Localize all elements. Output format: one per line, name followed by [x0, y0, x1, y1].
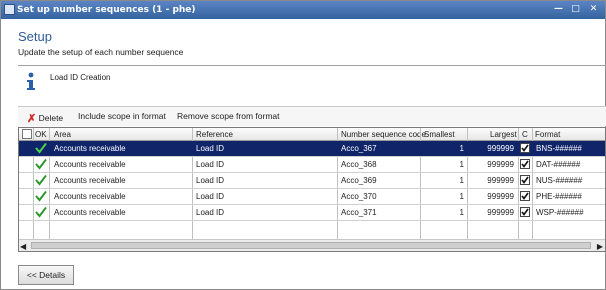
checkmark-icon	[35, 190, 47, 202]
largest-cell[interactable]: 999999	[467, 144, 514, 153]
details-button[interactable]: << Details	[18, 265, 74, 285]
checkbox-icon	[521, 160, 529, 168]
code-cell[interactable]: Acco_370	[341, 192, 377, 201]
continuous-checkbox[interactable]	[520, 159, 530, 169]
info-label: Load ID Creation	[50, 73, 111, 82]
close-icon[interactable]: ✕	[586, 3, 601, 17]
smallest-cell[interactable]: 1	[420, 160, 464, 169]
continuous-checkbox[interactable]	[520, 175, 530, 185]
delete-icon: ✗	[27, 113, 37, 125]
format-cell[interactable]: WSP-######	[536, 208, 584, 217]
checkbox-icon	[521, 192, 529, 200]
format-cell[interactable]: PHE-######	[536, 192, 582, 201]
format-cell[interactable]: NUS-######	[536, 176, 582, 185]
code-cell[interactable]: Acco_369	[341, 176, 377, 185]
page-subtitle: Update the setup of each number sequence	[18, 47, 184, 57]
checkbox-icon	[521, 144, 529, 152]
divider	[18, 65, 606, 66]
delete-button[interactable]: ✗ Delete	[27, 111, 64, 125]
smallest-cell[interactable]: 1	[420, 176, 464, 185]
largest-cell[interactable]: 999999	[467, 192, 514, 201]
reference-cell[interactable]: Load ID	[196, 144, 224, 153]
col-header-area[interactable]: Area	[54, 130, 71, 139]
code-cell[interactable]: Acco_368	[341, 160, 377, 169]
table-row[interactable]: Accounts receivable Load ID Acco_370 1 99999…	[19, 189, 605, 205]
area-cell[interactable]: Accounts receivable	[54, 144, 126, 153]
col-header-c[interactable]: C	[522, 130, 528, 139]
number-sequence-grid[interactable]: OK Area Reference Number sequence code S…	[18, 127, 606, 252]
maximize-icon[interactable]: □	[568, 3, 583, 17]
info-icon	[27, 72, 35, 90]
smallest-cell[interactable]: 1	[420, 208, 464, 217]
scroll-left-icon[interactable]: ◀	[20, 242, 26, 251]
code-cell[interactable]: Acco_367	[341, 144, 377, 153]
select-all-checkbox[interactable]	[22, 129, 32, 139]
page-title: Setup	[18, 29, 52, 44]
col-header-reference[interactable]: Reference	[196, 130, 233, 139]
largest-cell[interactable]: 999999	[467, 208, 514, 217]
continuous-checkbox[interactable]	[520, 143, 530, 153]
toolbar: ✗ Delete Include scope in format Remove …	[18, 106, 606, 126]
col-header-code[interactable]: Number sequence code	[341, 130, 426, 139]
reference-cell[interactable]: Load ID	[196, 192, 224, 201]
smallest-cell[interactable]: 1	[420, 192, 464, 201]
checkbox-icon	[521, 176, 529, 184]
area-cell[interactable]: Accounts receivable	[54, 176, 126, 185]
largest-cell[interactable]: 999999	[467, 176, 514, 185]
delete-label: Delete	[38, 113, 64, 123]
table-row[interactable]: Accounts receivable Load ID Acco_371 1 99999…	[19, 205, 605, 221]
col-header-largest[interactable]: Largest	[490, 130, 517, 139]
table-row[interactable]: Accounts receivable Load ID Acco_367 1 99999…	[19, 141, 605, 157]
area-cell[interactable]: Accounts receivable	[54, 160, 126, 169]
table-row[interactable]: Accounts receivable Load ID Acco_368 1 99999…	[19, 157, 605, 173]
scrollbar-thumb[interactable]	[31, 242, 591, 249]
area-cell[interactable]: Accounts receivable	[54, 192, 126, 201]
continuous-checkbox[interactable]	[520, 191, 530, 201]
checkmark-icon	[35, 206, 47, 218]
reference-cell[interactable]: Load ID	[196, 208, 224, 217]
reference-cell[interactable]: Load ID	[196, 160, 224, 169]
title-bar[interactable]: Set up number sequences (1 - phe) — □ ✕	[1, 1, 605, 19]
largest-cell[interactable]: 999999	[467, 160, 514, 169]
format-cell[interactable]: BNS-######	[536, 144, 582, 153]
remove-scope-button[interactable]: Remove scope from format	[177, 111, 280, 121]
col-header-format[interactable]: Format	[535, 130, 560, 139]
continuous-checkbox[interactable]	[520, 207, 530, 217]
dialog-window: Set up number sequences (1 - phe) — □ ✕ …	[0, 0, 606, 290]
code-cell[interactable]: Acco_371	[341, 208, 377, 217]
window-title: Set up number sequences (1 - phe)	[17, 5, 196, 15]
checkmark-icon	[35, 142, 47, 154]
format-cell[interactable]: DAT-######	[536, 160, 580, 169]
checkmark-icon	[35, 174, 47, 186]
col-header-ok[interactable]: OK	[35, 130, 47, 139]
area-cell[interactable]: Accounts receivable	[54, 208, 126, 217]
checkmark-icon	[35, 158, 47, 170]
col-header-smallest[interactable]: Smallest	[424, 130, 455, 139]
scroll-right-icon[interactable]: ▶	[597, 242, 603, 251]
reference-cell[interactable]: Load ID	[196, 176, 224, 185]
app-icon	[4, 4, 15, 15]
smallest-cell[interactable]: 1	[420, 144, 464, 153]
checkbox-icon	[521, 208, 529, 216]
minimize-icon[interactable]: —	[551, 3, 566, 17]
include-scope-button[interactable]: Include scope in format	[78, 111, 166, 121]
table-row[interactable]: Accounts receivable Load ID Acco_369 1 99999…	[19, 173, 605, 189]
horizontal-scrollbar[interactable]: ◀ ▶	[19, 239, 605, 251]
